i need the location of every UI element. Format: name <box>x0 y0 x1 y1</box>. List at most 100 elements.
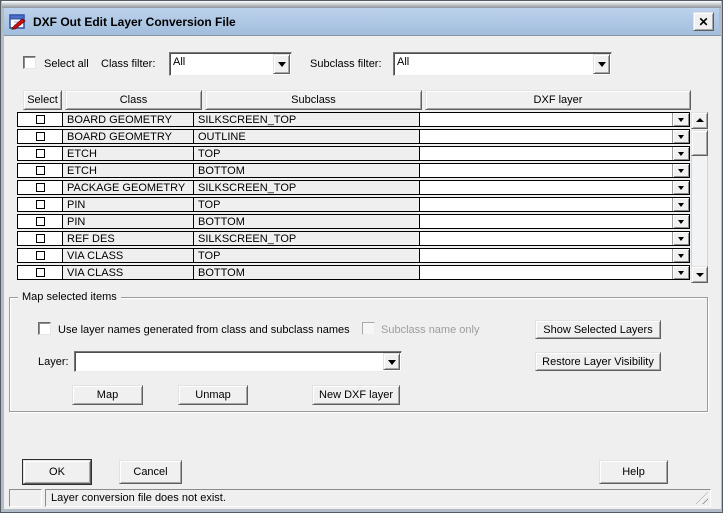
row-class-cell: REF DES <box>63 232 194 245</box>
row-subclass-cell: TOP <box>194 249 420 262</box>
table-row: VIA CLASS TOP <box>17 248 690 263</box>
row-dxf-layer-field[interactable] <box>420 164 672 177</box>
row-dxf-dropdown-button[interactable] <box>672 198 689 211</box>
chevron-down-icon <box>678 254 684 261</box>
row-select-cell <box>18 181 63 194</box>
row-select-checkbox[interactable] <box>35 217 45 226</box>
class-filter-select[interactable]: All <box>169 52 292 76</box>
map-selected-items-group: Map selected items Use layer names gener… <box>9 291 708 412</box>
help-button[interactable]: Help <box>599 460 668 484</box>
row-subclass-cell: TOP <box>194 198 420 211</box>
resize-grip-icon[interactable] <box>696 492 708 504</box>
chevron-down-icon <box>678 186 684 193</box>
row-dxf-layer-field[interactable] <box>420 181 672 194</box>
layer-conversion-table: BOARD GEOMETRY SILKSCREEN_TOP BOARD GEOMET… <box>17 112 690 283</box>
chevron-down-icon[interactable] <box>593 54 610 74</box>
row-dxf-dropdown-button[interactable] <box>672 147 689 160</box>
scrollbar-arrow-up-icon[interactable] <box>691 112 708 129</box>
subclass-name-only-label: Subclass name only <box>381 324 480 336</box>
row-dxf-dropdown-button[interactable] <box>672 113 689 126</box>
table-row: REF DES SILKSCREEN_TOP <box>17 231 690 246</box>
column-header-subclass[interactable]: Subclass <box>205 90 422 110</box>
row-class-cell: PACKAGE GEOMETRY <box>63 181 194 194</box>
row-dxf-layer-field[interactable] <box>420 215 672 228</box>
row-select-checkbox[interactable] <box>35 268 45 277</box>
row-dxf-dropdown-button[interactable] <box>672 181 689 194</box>
row-dxf-layer-field[interactable] <box>420 147 672 160</box>
row-select-cell <box>18 232 63 245</box>
row-dxf-dropdown-button[interactable] <box>672 232 689 245</box>
row-select-checkbox[interactable] <box>35 132 45 141</box>
layer-select[interactable] <box>74 351 402 372</box>
row-subclass-cell: SILKSCREEN_TOP <box>194 181 420 194</box>
subclass-filter-select[interactable]: All <box>393 52 612 76</box>
unmap-button[interactable]: Unmap <box>178 385 248 405</box>
chevron-down-icon <box>678 135 684 142</box>
scrollbar-arrow-down-icon[interactable] <box>691 266 708 283</box>
row-select-checkbox[interactable] <box>35 149 45 158</box>
column-header-select[interactable]: Select <box>23 90 62 110</box>
row-subclass-cell: BOTTOM <box>194 164 420 177</box>
subclass-filter-value: All <box>397 56 410 68</box>
row-dxf-layer-field[interactable] <box>420 249 672 262</box>
class-filter-value: All <box>173 56 186 68</box>
row-dxf-dropdown-button[interactable] <box>672 130 689 143</box>
chevron-down-icon <box>678 118 684 125</box>
select-all-checkbox[interactable] <box>23 56 36 69</box>
table-scrollbar[interactable] <box>691 112 708 283</box>
row-select-checkbox[interactable] <box>35 166 45 175</box>
row-dxf-layer-field[interactable] <box>420 113 672 126</box>
row-class-cell: ETCH <box>63 164 194 177</box>
row-select-cell <box>18 113 63 126</box>
row-select-checkbox[interactable] <box>35 234 45 243</box>
use-layer-names-checkbox[interactable] <box>38 322 51 335</box>
chevron-down-icon[interactable] <box>383 353 400 370</box>
subclass-name-only-checkbox <box>362 322 375 335</box>
row-subclass-cell: SILKSCREEN_TOP <box>194 232 420 245</box>
table-row: PIN BOTTOM <box>17 214 690 229</box>
table-row: VIA CLASS BOTTOM <box>17 265 690 280</box>
map-button[interactable]: Map <box>72 385 143 405</box>
scrollbar-thumb[interactable] <box>691 130 708 156</box>
use-layer-names-label: Use layer names generated from class and… <box>58 324 350 336</box>
close-icon[interactable]: ✕ <box>693 12 714 31</box>
row-select-checkbox[interactable] <box>35 200 45 209</box>
row-select-checkbox[interactable] <box>35 183 45 192</box>
layer-label: Layer: <box>38 356 69 368</box>
new-dxf-layer-button[interactable]: New DXF layer <box>312 385 400 405</box>
row-subclass-cell: BOTTOM <box>194 215 420 228</box>
show-selected-layers-button[interactable]: Show Selected Layers <box>535 320 661 339</box>
chevron-down-icon[interactable] <box>273 54 290 74</box>
row-dxf-dropdown-button[interactable] <box>672 164 689 177</box>
chevron-down-icon <box>678 271 684 278</box>
row-dxf-dropdown-button[interactable] <box>672 266 689 279</box>
restore-layer-visibility-button[interactable]: Restore Layer Visibility <box>535 352 661 371</box>
row-dxf-layer-field[interactable] <box>420 130 672 143</box>
row-dxf-dropdown-button[interactable] <box>672 215 689 228</box>
cancel-button[interactable]: Cancel <box>119 460 182 484</box>
row-dxf-layer-field[interactable] <box>420 198 672 211</box>
row-dxf-dropdown-button[interactable] <box>672 249 689 262</box>
window-frame-top <box>2 1 721 8</box>
row-subclass-cell: OUTLINE <box>194 130 420 143</box>
row-select-cell <box>18 130 63 143</box>
row-select-checkbox[interactable] <box>35 251 45 260</box>
row-dxf-layer-field[interactable] <box>420 232 672 245</box>
chevron-down-icon <box>678 203 684 210</box>
row-dxf-layer-field[interactable] <box>420 266 672 279</box>
row-select-cell <box>18 215 63 228</box>
row-subclass-cell: SILKSCREEN_TOP <box>194 113 420 126</box>
dxf-out-edit-layer-conversion-dialog: DXF Out Edit Layer Conversion File ✕ Sel… <box>0 0 723 513</box>
chevron-down-icon <box>678 169 684 176</box>
titlebar[interactable]: DXF Out Edit Layer Conversion File ✕ <box>4 8 719 35</box>
row-select-checkbox[interactable] <box>35 115 45 124</box>
row-class-cell: PIN <box>63 215 194 228</box>
row-class-cell: VIA CLASS <box>63 249 194 262</box>
column-header-dxf-layer[interactable]: DXF layer <box>425 90 691 110</box>
table-row: PACKAGE GEOMETRY SILKSCREEN_TOP <box>17 180 690 195</box>
status-bar: Layer conversion file does not exist. <box>45 489 711 507</box>
chevron-down-icon <box>678 152 684 159</box>
ok-button[interactable]: OK <box>22 459 92 485</box>
column-header-class[interactable]: Class <box>65 90 202 110</box>
row-class-cell: BOARD GEOMETRY <box>63 113 194 126</box>
